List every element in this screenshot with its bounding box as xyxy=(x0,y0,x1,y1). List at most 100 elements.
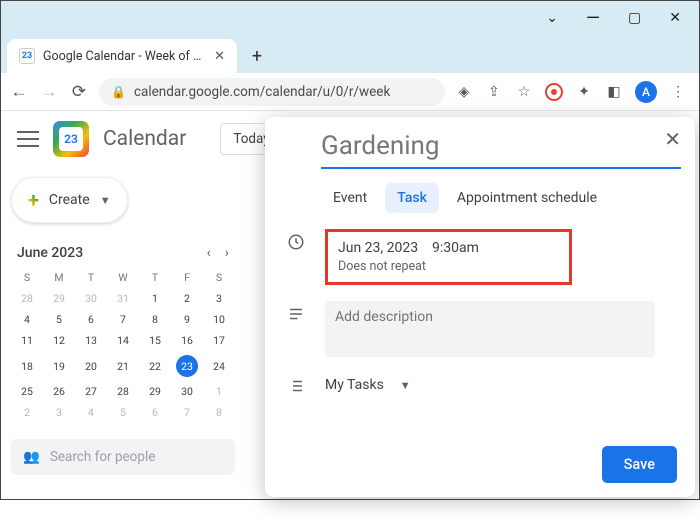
tab-title: Google Calendar - Week of June xyxy=(43,49,206,64)
mini-calendar[interactable]: SMTWTFS 28293031123456789101112131415161… xyxy=(11,267,235,423)
mini-day[interactable]: 1 xyxy=(203,381,235,402)
mini-day[interactable]: 3 xyxy=(203,288,235,309)
chevron-down-icon: ▼ xyxy=(100,194,111,207)
mini-day[interactable]: 4 xyxy=(75,402,107,423)
mini-day[interactable]: 28 xyxy=(107,381,139,402)
ext-square-icon[interactable]: ◧ xyxy=(605,83,623,101)
app-name: Calendar xyxy=(103,127,186,151)
profile-avatar[interactable]: A xyxy=(635,81,657,103)
mini-day[interactable]: 26 xyxy=(43,381,75,402)
mini-day[interactable]: 21 xyxy=(107,351,139,381)
mini-day[interactable]: 30 xyxy=(171,381,203,402)
browser-tab[interactable]: 23 Google Calendar - Week of June ✕ xyxy=(7,39,237,73)
mini-day[interactable]: 12 xyxy=(43,330,75,351)
mini-day[interactable]: 29 xyxy=(139,381,171,402)
mini-day[interactable]: 2 xyxy=(171,288,203,309)
mini-day[interactable]: 9 xyxy=(171,309,203,330)
mini-day[interactable]: 22 xyxy=(139,351,171,381)
bookmark-star-icon[interactable]: ☆ xyxy=(515,83,533,101)
mini-dow: S xyxy=(203,267,235,288)
mini-day[interactable]: 6 xyxy=(75,309,107,330)
mini-day[interactable]: 17 xyxy=(203,330,235,351)
url-text: calendar.google.com/calendar/u/0/r/week xyxy=(134,84,390,100)
tab-close-icon[interactable]: ✕ xyxy=(214,49,225,64)
mini-day[interactable]: 14 xyxy=(107,330,139,351)
mini-dow: M xyxy=(43,267,75,288)
mini-day[interactable]: 20 xyxy=(75,351,107,381)
people-icon: 👥 xyxy=(23,449,40,465)
mini-day[interactable]: 8 xyxy=(203,402,235,423)
mini-day[interactable]: 25 xyxy=(11,381,43,402)
mini-day[interactable]: 7 xyxy=(171,402,203,423)
create-button[interactable]: + Create ▼ xyxy=(11,177,128,223)
mini-day[interactable]: 8 xyxy=(139,309,171,330)
mini-calendar-header: June 2023 ‹ › xyxy=(11,245,235,267)
mini-day[interactable]: 13 xyxy=(75,330,107,351)
browser-tabstrip: 23 Google Calendar - Week of June ✕ + xyxy=(1,35,699,73)
calendar-logo-icon: 23 xyxy=(53,121,89,157)
window-close-icon[interactable]: ✕ xyxy=(669,10,681,26)
mini-day[interactable]: 16 xyxy=(171,330,203,351)
url-bar[interactable]: 🔒 calendar.google.com/calendar/u/0/r/wee… xyxy=(99,78,445,106)
ext-record-icon[interactable] xyxy=(545,83,563,101)
description-icon xyxy=(285,303,307,325)
mini-day[interactable]: 23 xyxy=(171,351,203,381)
mini-day[interactable]: 3 xyxy=(43,402,75,423)
back-button[interactable]: ← xyxy=(9,82,29,102)
mini-day[interactable]: 18 xyxy=(11,351,43,381)
new-tab-button[interactable]: + xyxy=(243,42,271,70)
calendar-favicon-icon: 23 xyxy=(19,48,35,64)
forward-button[interactable]: → xyxy=(39,82,59,102)
browser-menu-icon[interactable]: ⋮ xyxy=(669,83,687,101)
tasklist-selector[interactable]: My Tasks ▼ xyxy=(325,377,411,393)
mini-day[interactable]: 28 xyxy=(11,288,43,309)
mini-day[interactable]: 2 xyxy=(11,402,43,423)
mini-next-icon[interactable]: › xyxy=(225,245,229,261)
tab-appointment[interactable]: Appointment schedule xyxy=(445,183,609,213)
mini-day[interactable]: 15 xyxy=(139,330,171,351)
mini-day[interactable]: 24 xyxy=(203,351,235,381)
window-maximize-icon[interactable]: ▢ xyxy=(628,10,641,26)
event-time: 9:30am xyxy=(432,240,479,256)
description-input[interactable]: Add description xyxy=(325,301,655,357)
search-people-input[interactable]: 👥 Search for people xyxy=(11,439,235,475)
mini-dow: W xyxy=(107,267,139,288)
window-caret-icon[interactable]: ⌄ xyxy=(546,10,558,26)
extensions-puzzle-icon[interactable]: ✦ xyxy=(575,83,593,101)
tab-task[interactable]: Task xyxy=(385,183,439,213)
browser-toolbar: ← → ⟳ 🔒 calendar.google.com/calendar/u/0… xyxy=(1,73,699,111)
save-button[interactable]: Save xyxy=(602,446,677,483)
datetime-box[interactable]: Jun 23, 2023 9:30am Does not repeat xyxy=(325,229,572,285)
mini-day[interactable]: 27 xyxy=(75,381,107,402)
mini-day[interactable]: 29 xyxy=(43,288,75,309)
datetime-row: Jun 23, 2023 9:30am Does not repeat xyxy=(277,229,677,285)
main-menu-icon[interactable] xyxy=(17,131,39,147)
mini-day[interactable]: 5 xyxy=(107,402,139,423)
share-icon[interactable]: ⇪ xyxy=(485,83,503,101)
clock-icon xyxy=(285,231,307,253)
mini-day[interactable]: 31 xyxy=(107,288,139,309)
mini-day[interactable]: 11 xyxy=(11,330,43,351)
tab-event[interactable]: Event xyxy=(321,183,379,213)
window-controls: ⌄ — ▢ ✕ xyxy=(1,1,699,35)
search-people-placeholder: Search for people xyxy=(50,449,156,465)
description-row: Add description xyxy=(277,301,677,357)
mini-day[interactable]: 7 xyxy=(107,309,139,330)
mini-day[interactable]: 5 xyxy=(43,309,75,330)
sidebar: + Create ▼ June 2023 ‹ › SMTWTFS 2829303… xyxy=(1,167,249,523)
event-title-input[interactable]: Gardening xyxy=(321,131,681,169)
chevron-down-icon: ▼ xyxy=(400,379,411,392)
mini-day[interactable]: 30 xyxy=(75,288,107,309)
close-popup-icon[interactable]: ✕ xyxy=(664,127,681,151)
mini-dow: S xyxy=(11,267,43,288)
window-minimize-icon[interactable]: — xyxy=(586,8,600,29)
ext-diamond-icon[interactable]: ◈ xyxy=(455,83,473,101)
mini-day[interactable]: 6 xyxy=(139,402,171,423)
mini-prev-icon[interactable]: ‹ xyxy=(207,245,211,261)
mini-day[interactable]: 10 xyxy=(203,309,235,330)
mini-day[interactable]: 4 xyxy=(11,309,43,330)
mini-day[interactable]: 1 xyxy=(139,288,171,309)
repeat-label: Does not repeat xyxy=(338,259,479,274)
mini-day[interactable]: 19 xyxy=(43,351,75,381)
reload-button[interactable]: ⟳ xyxy=(69,82,89,102)
